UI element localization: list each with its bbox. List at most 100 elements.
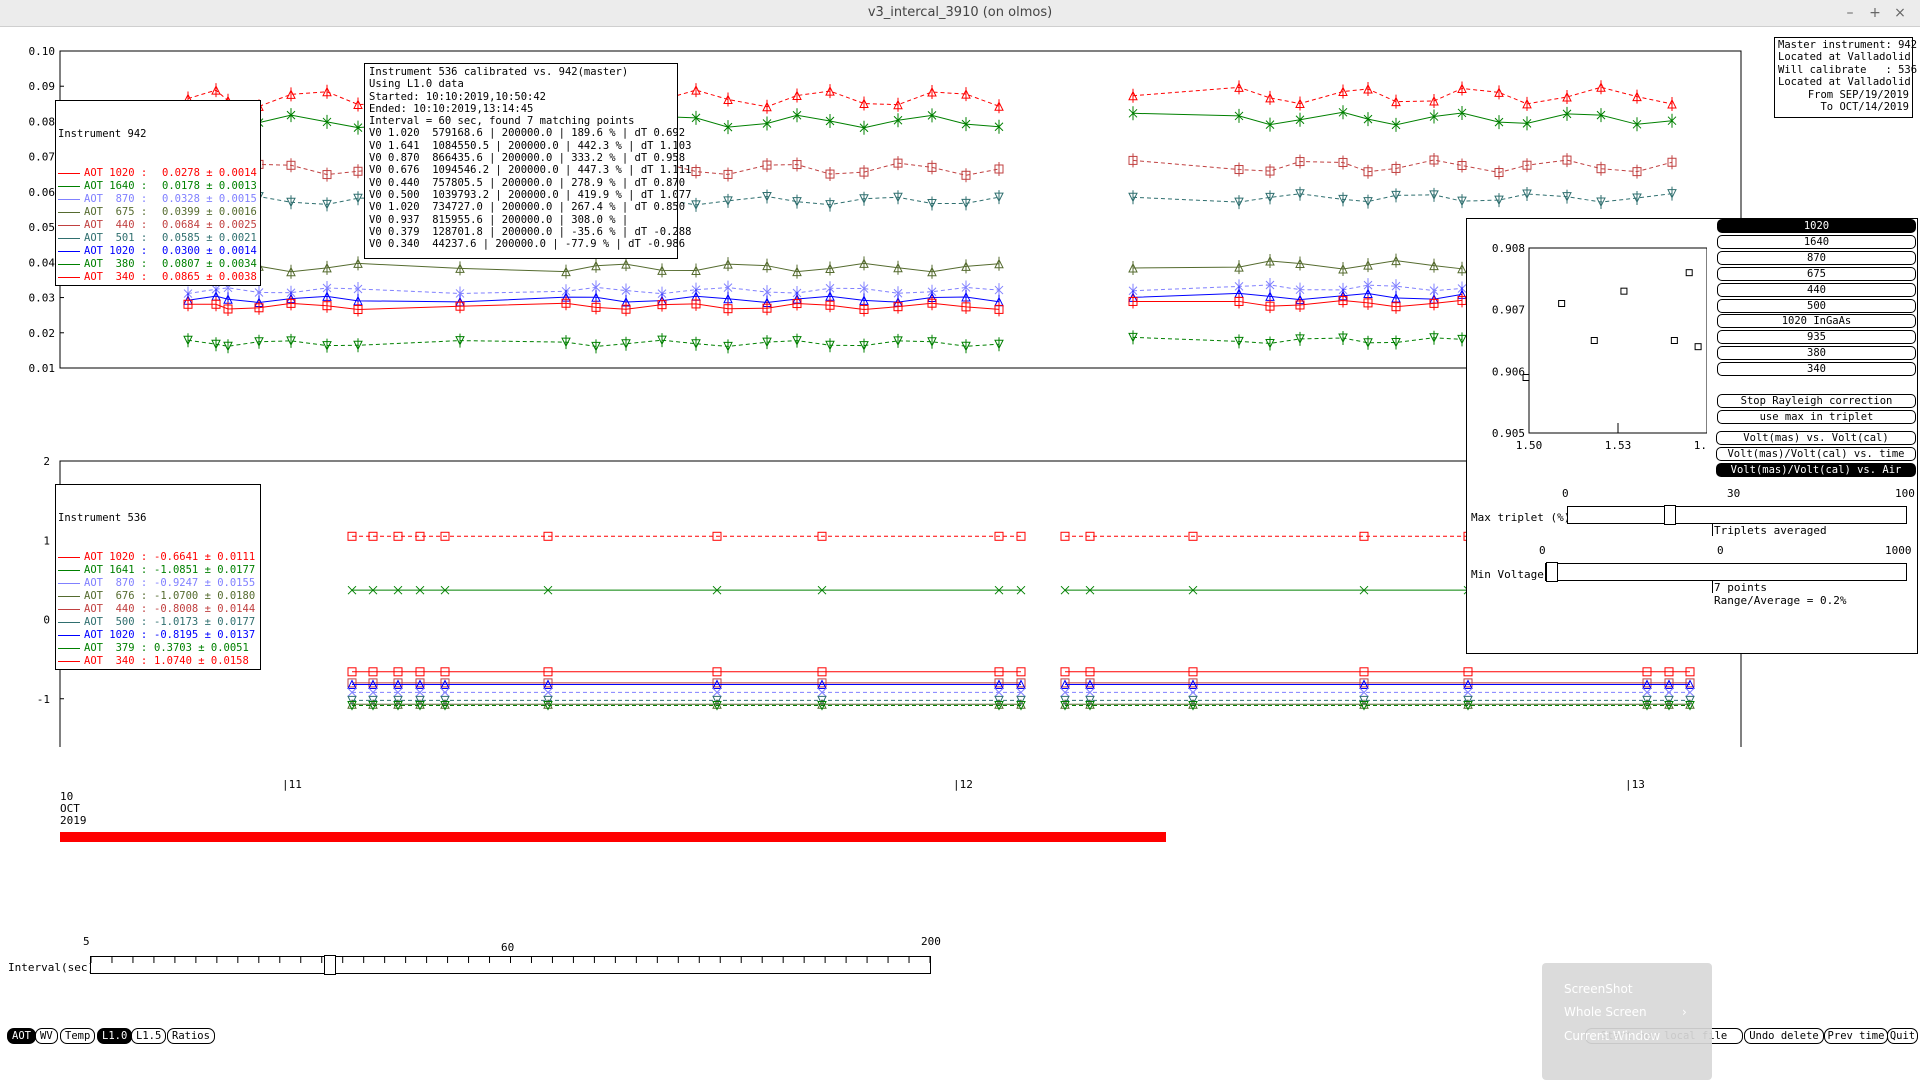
bottom-legend-value: -0.8195 ± 0.0137 bbox=[154, 629, 256, 641]
tab-temp[interactable]: Temp bbox=[60, 1028, 96, 1044]
wavelength-button-1020[interactable]: 1020 bbox=[1717, 219, 1916, 233]
down-triangle-marker-icon bbox=[58, 622, 80, 623]
bottom-legend-value: -0.9247 ± 0.0155 bbox=[154, 577, 256, 589]
bottom-legend-row: AOT 1641 : -1.0851 ± 0.0177 bbox=[58, 564, 258, 577]
bottom-legend-value: -0.6641 ± 0.0111 bbox=[154, 551, 256, 563]
down-triangle-marker-icon bbox=[58, 570, 80, 571]
wavelength-button-1640[interactable]: 1640 bbox=[1717, 234, 1916, 249]
x-marker-icon bbox=[58, 199, 80, 200]
tab-aot[interactable]: AOT bbox=[7, 1028, 36, 1044]
top-y-tick: 0.03 bbox=[29, 292, 56, 305]
wavelength-button-340[interactable]: 340 bbox=[1717, 362, 1916, 377]
day-tick-13: |13 bbox=[1625, 778, 1645, 791]
bottom-legend-row: AOT 676 : -1.0700 ± 0.0180 bbox=[58, 590, 258, 603]
bottom-series-point bbox=[1188, 688, 1198, 697]
tab-wv[interactable]: WV bbox=[35, 1028, 58, 1044]
bottom-series-point bbox=[1664, 688, 1674, 697]
master-info-line: Located at Valladolid bbox=[1778, 51, 1911, 64]
points-count: 7 points bbox=[1714, 581, 1767, 594]
interval-slider[interactable] bbox=[90, 955, 931, 975]
max-in-triplet-button[interactable]: use max in triplet bbox=[1717, 410, 1916, 424]
bottom-legend-label: AOT 676 : bbox=[84, 590, 148, 602]
rayleigh-correction-button[interactable]: Stop Rayleigh correction bbox=[1717, 394, 1916, 408]
scatter-x-tick: 1.56 bbox=[1694, 439, 1707, 449]
max-triplet-label: Max triplet (%) bbox=[1471, 511, 1571, 524]
top-legend-row: AOT 1640 : 0.0178 ± 0.0013 bbox=[58, 180, 258, 193]
wavelength-button-440[interactable]: 440 bbox=[1717, 282, 1916, 297]
top-legend-label: AOT 870 : bbox=[84, 193, 148, 205]
tab-l10[interactable]: L1.0 bbox=[97, 1028, 133, 1044]
info-line: Using L1.0 data bbox=[369, 78, 464, 91]
triangle-marker-icon bbox=[58, 212, 80, 213]
triplet-marker bbox=[1712, 524, 1713, 536]
wavelength-button-1020-ingaas[interactable]: 1020 InGaAs bbox=[1717, 314, 1916, 329]
interval-slider-thumb[interactable] bbox=[323, 955, 336, 975]
calibration-side-panel: 0.9080.9070.9060.9051.501.531.56 1020164… bbox=[1466, 218, 1918, 654]
prev-time-button[interactable]: Prev time bbox=[1824, 1028, 1888, 1044]
top-series-line bbox=[1132, 193, 1673, 203]
info-line: V0 0.676 1094546.2 | 200000.0 | 447.3 % … bbox=[369, 164, 692, 177]
close-button[interactable]: × bbox=[1891, 4, 1909, 22]
top-y-tick: 0.05 bbox=[29, 221, 56, 234]
tab-ratios[interactable]: Ratios bbox=[167, 1028, 215, 1044]
menu-item-whole-screen[interactable]: Whole Screen › bbox=[1564, 1005, 1687, 1019]
bottom-series-4 bbox=[347, 679, 1026, 689]
master-info-line: To OCT/14/2019 bbox=[1820, 101, 1909, 114]
wavelength-button-380[interactable]: 380 bbox=[1717, 346, 1916, 361]
bottom-series-4 bbox=[1060, 679, 1695, 689]
top-legend-row: AOT 340 : 0.0865 ± 0.0038 bbox=[58, 271, 258, 284]
maximize-button[interactable]: + bbox=[1866, 4, 1884, 22]
menu-item-current-window[interactable]: Current Window bbox=[1564, 1029, 1660, 1043]
bottom-series-point bbox=[440, 688, 450, 697]
bottom-series-6 bbox=[347, 695, 1026, 706]
top-legend-label: AOT 1020 : bbox=[84, 245, 148, 257]
bottom-legend-label: AOT 340 : bbox=[84, 655, 148, 667]
top-legend-row: AOT 380 : 0.0807 ± 0.0034 bbox=[58, 258, 258, 271]
window-title: v3_intercal_3910 (on olmos) bbox=[867, 5, 1053, 20]
bottom-series-0 bbox=[347, 531, 1026, 541]
min-voltage-slider-thumb[interactable] bbox=[1546, 562, 1558, 582]
wavelength-button-870[interactable]: 870 bbox=[1717, 250, 1916, 265]
wavelength-button-500[interactable]: 500 bbox=[1717, 298, 1916, 313]
bottom-legend-row: AOT 379 : 0.3703 ± 0.0051 bbox=[58, 642, 258, 655]
max-triplet-slider-thumb[interactable] bbox=[1664, 505, 1677, 525]
bottom-legend-title: Instrument 536 bbox=[58, 512, 147, 524]
plot-ratio-vs-airmass-button[interactable]: Volt(mas)/Volt(cal) vs. Air Mass bbox=[1716, 463, 1916, 488]
top-y-tick: 0.04 bbox=[29, 256, 56, 269]
wavelength-button-935[interactable]: 935 bbox=[1717, 330, 1916, 345]
menu-item-screenshot[interactable]: ScreenShot bbox=[1564, 982, 1633, 996]
triangle-marker-icon bbox=[58, 635, 80, 636]
bottom-legend-label: AOT 500 : bbox=[84, 616, 148, 628]
wavelength-button-675[interactable]: 675 bbox=[1717, 266, 1916, 281]
top-series-2 bbox=[1128, 153, 1677, 180]
top-series-line bbox=[1132, 111, 1673, 126]
top-legend-value: 0.0684 ± 0.0025 bbox=[162, 219, 257, 231]
master-info-line: Located at Valladolid bbox=[1778, 76, 1911, 89]
plot-volt-vs-volt-button[interactable]: Volt(mas) vs. Volt(cal) bbox=[1716, 431, 1916, 445]
calibration-info-box: Instrument 536 calibrated vs. 942(master… bbox=[364, 63, 692, 259]
top-series-8 bbox=[183, 333, 1004, 354]
bottom-y-tick: 1 bbox=[43, 534, 50, 547]
min-voltage-mid-label: 0 bbox=[1717, 544, 1724, 557]
top-series-4 bbox=[183, 256, 1004, 279]
info-line: Interval = 60 sec, found 7 matching poin… bbox=[369, 115, 635, 128]
quit-button[interactable]: Quit bbox=[1887, 1028, 1918, 1044]
minimize-button[interactable]: – bbox=[1841, 4, 1859, 22]
top-legend-label: AOT 340 : bbox=[84, 271, 148, 283]
top-legend-row: AOT 1020 : 0.0278 ± 0.0014 bbox=[58, 167, 258, 180]
info-line: V0 1.020 579168.6 | 200000.0 | 189.6 % |… bbox=[369, 127, 686, 140]
tab-l15[interactable]: L1.5 bbox=[131, 1028, 167, 1044]
bottom-y-tick: 0 bbox=[43, 614, 50, 627]
triangle-marker-icon bbox=[58, 251, 80, 252]
top-legend-row: AOT 870 : 0.0328 ± 0.0015 bbox=[58, 193, 258, 206]
plot-ratio-vs-time-button[interactable]: Volt(mas)/Volt(cal) vs. time bbox=[1716, 447, 1916, 461]
info-line: V0 0.340 44237.6 | 200000.0 | -77.9 % | … bbox=[369, 238, 686, 251]
scatter-point bbox=[1694, 343, 1702, 351]
bottom-legend: Instrument 536 AOT 1020 : -0.6641 ± 0.011… bbox=[55, 484, 261, 670]
bottom-series-point bbox=[1685, 688, 1695, 697]
max-triplet-slider[interactable] bbox=[1567, 505, 1907, 525]
top-series-line bbox=[1132, 86, 1673, 105]
info-line: V0 1.020 734727.0 | 200000.0 | 267.4 % |… bbox=[369, 201, 686, 214]
undo-delete-button[interactable]: Undo delete bbox=[1744, 1028, 1824, 1044]
min-voltage-slider[interactable] bbox=[1545, 562, 1907, 582]
